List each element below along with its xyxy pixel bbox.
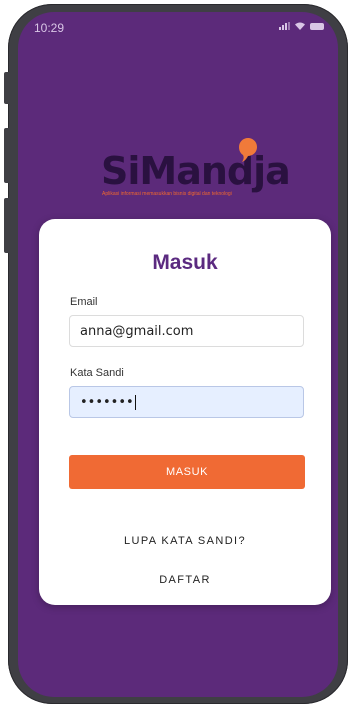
email-field[interactable]: anna@gmail.com bbox=[69, 315, 304, 347]
logo-wordmark: SiMandja bbox=[101, 149, 291, 193]
wifi-icon bbox=[295, 22, 305, 30]
simandja-logo: SiMandja Aplikasi informasi memasukkan b… bbox=[98, 137, 291, 207]
page-title: Masuk bbox=[152, 251, 218, 274]
login-button[interactable]: MASUK bbox=[69, 455, 305, 489]
status-time: 10:29 bbox=[34, 21, 65, 35]
phone-volume-up-button bbox=[4, 128, 9, 183]
email-label: Email bbox=[70, 296, 98, 308]
status-icons bbox=[279, 22, 324, 30]
signal-icon bbox=[279, 22, 290, 30]
battery-icon bbox=[310, 22, 324, 30]
status-bar: 10:29 bbox=[18, 12, 338, 40]
phone-volume-down-button bbox=[4, 198, 9, 253]
text-cursor bbox=[134, 394, 136, 410]
register-link[interactable]: DAFTAR bbox=[39, 574, 331, 586]
password-label: Kata Sandi bbox=[70, 367, 124, 379]
phone-side-button bbox=[4, 72, 9, 104]
login-card: Masuk Email anna@gmail.com Kata Sandi ••… bbox=[39, 219, 331, 605]
app-screen: 10:29 SiMandja Aplikasi informasi memasu… bbox=[18, 12, 338, 697]
email-value: anna@gmail.com bbox=[80, 323, 194, 339]
logo-speech-drop-icon bbox=[239, 138, 257, 162]
password-value: ••••••• bbox=[80, 394, 134, 410]
password-field[interactable]: ••••••• bbox=[69, 386, 304, 418]
forgot-password-link[interactable]: LUPA KATA SANDI? bbox=[39, 535, 331, 547]
logo-tagline: Aplikasi informasi memasukkan bisnis dig… bbox=[102, 191, 232, 197]
